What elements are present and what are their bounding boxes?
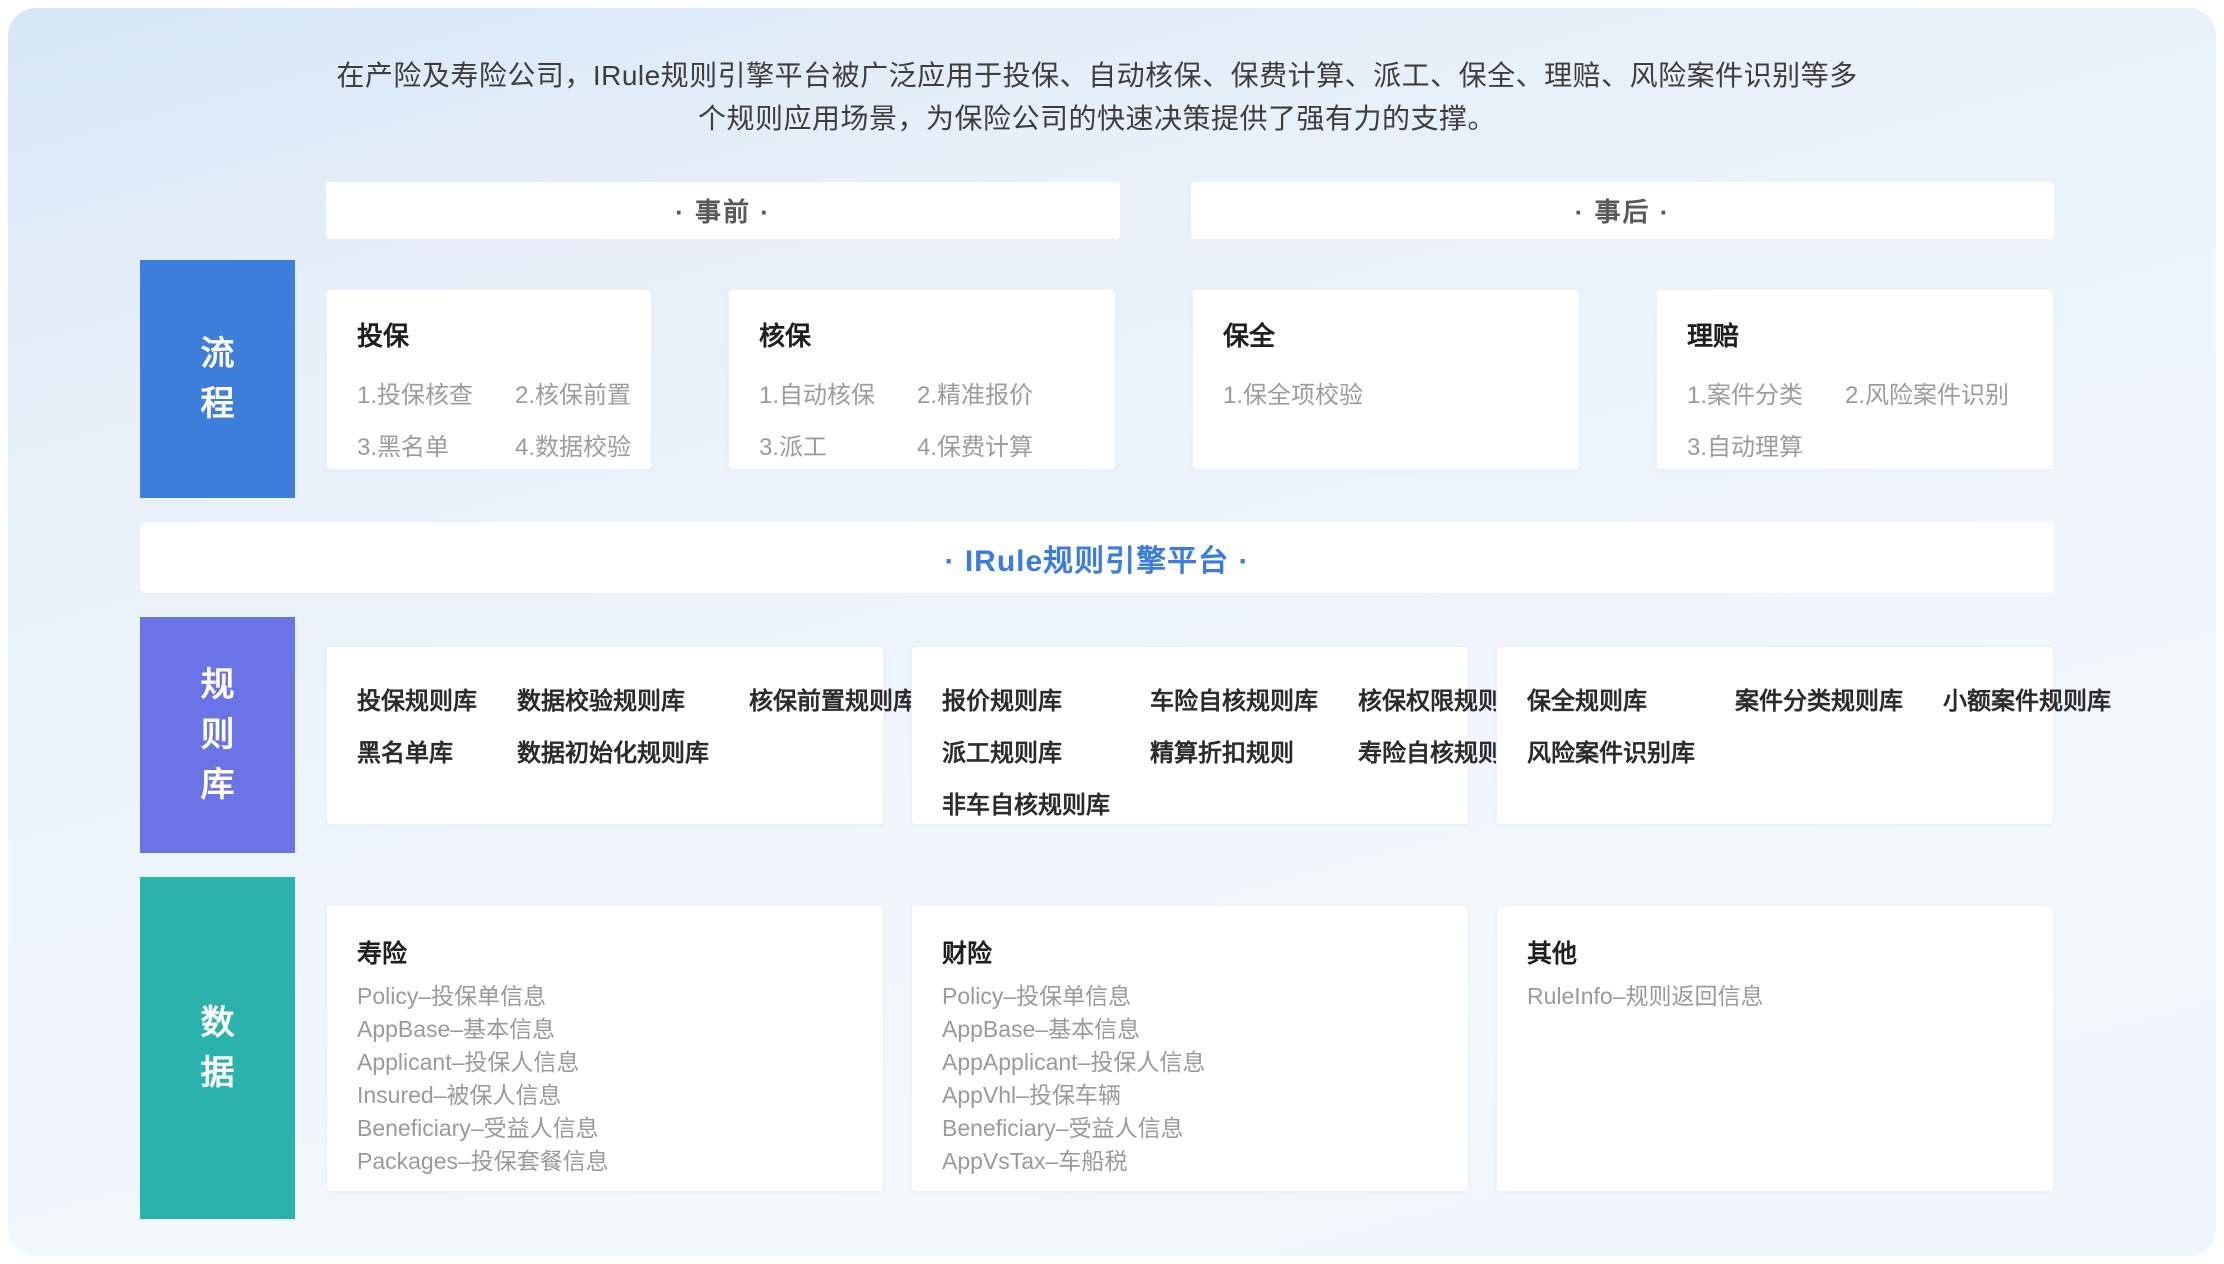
card-item: 车险自核规则库 <box>1150 681 1318 716</box>
card-items: 1.投保核查 2.核保前置 3.黑名单 4.数据校验 <box>357 375 621 462</box>
card-items: 1.案件分类 2.风险案件识别 3.自动理算 <box>1687 375 2023 462</box>
card-item: 案件分类规则库 <box>1735 681 1903 716</box>
card-item: Packages–投保套餐信息 <box>357 1145 853 1178</box>
data-cards: 寿险 Policy–投保单信息 AppBase–基本信息 Applicant–投… <box>326 905 2054 1192</box>
rulelib-band: 规 则 库 投保规则库 数据校验规则库 核保前置规则库 黑名单库 数据初始化规则… <box>140 617 2054 853</box>
card-item: 4.保费计算 <box>917 427 1033 462</box>
rulelib-sidebar-char: 库 <box>201 760 235 810</box>
card-item: AppApplicant–投保人信息 <box>942 1046 1438 1079</box>
content-area: 在产险及寿险公司，IRule规则引擎平台被广泛应用于投保、自动核保、保费计算、派… <box>8 54 2216 1219</box>
card-item: AppBase–基本信息 <box>942 1013 1438 1046</box>
intro-text: 在产险及寿险公司，IRule规则引擎平台被广泛应用于投保、自动核保、保费计算、派… <box>140 54 2054 140</box>
card-item: 1.自动核保 <box>759 375 875 410</box>
rulelib-card-baoquan: 保全规则库 案件分类规则库 小额案件规则库 风险案件识别库 <box>1496 646 2054 825</box>
rulelib-card-toubao: 投保规则库 数据校验规则库 核保前置规则库 黑名单库 数据初始化规则库 <box>326 646 884 825</box>
card-item: 黑名单库 <box>357 733 477 768</box>
process-sidebar-char: 流 <box>201 329 235 379</box>
card-item: 精算折扣规则 <box>1150 733 1318 768</box>
card-item: Beneficiary–受益人信息 <box>942 1112 1438 1145</box>
card-item: 1.投保核查 <box>357 375 473 410</box>
intro-line-1: 在产险及寿险公司，IRule规则引擎平台被广泛应用于投保、自动核保、保费计算、派… <box>140 54 2054 97</box>
data-band: 数 据 寿险 Policy–投保单信息 AppBase–基本信息 Applica… <box>140 877 2054 1219</box>
card-items: 1.保全项校验 <box>1223 375 1549 410</box>
process-card-baoquan: 保全 1.保全项校验 <box>1192 289 1580 470</box>
rulelib-cards: 投保规则库 数据校验规则库 核保前置规则库 黑名单库 数据初始化规则库 报价规则… <box>326 646 2054 825</box>
card-item: 4.数据校验 <box>515 427 631 462</box>
phase-header-row: · 事前 · · 事后 · <box>140 182 2054 239</box>
data-card-caixian: 财险 Policy–投保单信息 AppBase–基本信息 AppApplican… <box>911 905 1469 1192</box>
card-item: Policy–投保单信息 <box>357 980 853 1013</box>
data-card-shouxian: 寿险 Policy–投保单信息 AppBase–基本信息 Applicant–投… <box>326 905 884 1192</box>
platform-bar: · IRule规则引擎平台 · <box>140 522 2054 593</box>
card-item: 1.保全项校验 <box>1223 375 1363 410</box>
card-item: 2.风险案件识别 <box>1845 375 2009 410</box>
card-item: 保全规则库 <box>1527 681 1695 716</box>
card-title: 其他 <box>1527 934 2023 970</box>
card-title: 理赔 <box>1687 316 2023 353</box>
card-title: 保全 <box>1223 316 1549 353</box>
card-item: 投保规则库 <box>357 681 477 716</box>
card-item: AppVsTax–车船税 <box>942 1145 1438 1178</box>
data-sidebar: 数 据 <box>140 877 295 1219</box>
rulelib-sidebar-char: 规 <box>201 660 235 710</box>
card-item: 2.核保前置 <box>515 375 631 410</box>
card-item: 3.自动理算 <box>1687 427 1803 462</box>
card-items: Policy–投保单信息 AppBase–基本信息 Applicant–投保人信… <box>357 980 853 1178</box>
card-title: 寿险 <box>357 934 853 970</box>
card-item: Insured–被保人信息 <box>357 1079 853 1112</box>
phase-bar-after: · 事后 · <box>1191 182 2054 239</box>
card-item: AppVhl–投保车辆 <box>942 1079 1438 1112</box>
data-sidebar-char: 据 <box>201 1048 235 1098</box>
card-items: 报价规则库 车险自核规则库 核保权限规则库 派工规则库 精算折扣规则 寿险自核规… <box>942 681 1438 820</box>
card-title: 核保 <box>759 316 1085 353</box>
rulelib-sidebar: 规 则 库 <box>140 617 295 853</box>
process-card-hebao: 核保 1.自动核保 2.精准报价 3.派工 4.保费计算 <box>728 289 1116 470</box>
card-title: 投保 <box>357 316 621 353</box>
card-item: 1.案件分类 <box>1687 375 1803 410</box>
card-item: 报价规则库 <box>942 681 1110 716</box>
card-item: AppBase–基本信息 <box>357 1013 853 1046</box>
process-card-toubao: 投保 1.投保核查 2.核保前置 3.黑名单 4.数据校验 <box>326 289 652 470</box>
card-item: 数据校验规则库 <box>517 681 709 716</box>
card-item: Beneficiary–受益人信息 <box>357 1112 853 1145</box>
process-band: 流 程 投保 1.投保核查 2.核保前置 3.黑名单 4.数据校验 核保 1 <box>140 260 2054 498</box>
rulelib-card-hebao: 报价规则库 车险自核规则库 核保权限规则库 派工规则库 精算折扣规则 寿险自核规… <box>911 646 1469 825</box>
card-item: Policy–投保单信息 <box>942 980 1438 1013</box>
data-sidebar-char: 数 <box>201 998 235 1048</box>
card-item: Applicant–投保人信息 <box>357 1046 853 1079</box>
process-card-lipei: 理赔 1.案件分类 2.风险案件识别 3.自动理算 <box>1656 289 2054 470</box>
card-item: 核保前置规则库 <box>749 681 917 716</box>
process-sidebar-char: 程 <box>201 379 235 429</box>
card-items: 1.自动核保 2.精准报价 3.派工 4.保费计算 <box>759 375 1085 462</box>
process-sidebar: 流 程 <box>140 260 295 498</box>
card-title: 财险 <box>942 934 1438 970</box>
process-cards: 投保 1.投保核查 2.核保前置 3.黑名单 4.数据校验 核保 1.自动核保 … <box>326 289 2054 470</box>
card-item: 3.黑名单 <box>357 427 473 462</box>
card-item: 3.派工 <box>759 427 875 462</box>
card-item: 数据初始化规则库 <box>517 733 709 768</box>
card-item: 非车自核规则库 <box>942 785 1110 820</box>
intro-line-2: 个规则应用场景，为保险公司的快速决策提供了强有力的支撑。 <box>140 97 2054 140</box>
rulelib-sidebar-char: 则 <box>201 710 235 760</box>
data-card-qita: 其他 RuleInfo–规则返回信息 <box>1496 905 2054 1192</box>
card-item: 风险案件识别库 <box>1527 733 1695 768</box>
card-items: 投保规则库 数据校验规则库 核保前置规则库 黑名单库 数据初始化规则库 <box>357 681 853 768</box>
card-item: RuleInfo–规则返回信息 <box>1527 980 2023 1013</box>
card-items: 保全规则库 案件分类规则库 小额案件规则库 风险案件识别库 <box>1527 681 2023 768</box>
main-panel: 在产险及寿险公司，IRule规则引擎平台被广泛应用于投保、自动核保、保费计算、派… <box>8 8 2216 1256</box>
phase-bar-before: · 事前 · <box>326 182 1120 239</box>
card-item: 2.精准报价 <box>917 375 1033 410</box>
card-item: 派工规则库 <box>942 733 1110 768</box>
card-items: RuleInfo–规则返回信息 <box>1527 980 2023 1013</box>
card-items: Policy–投保单信息 AppBase–基本信息 AppApplicant–投… <box>942 980 1438 1178</box>
card-item: 小额案件规则库 <box>1943 681 2111 716</box>
